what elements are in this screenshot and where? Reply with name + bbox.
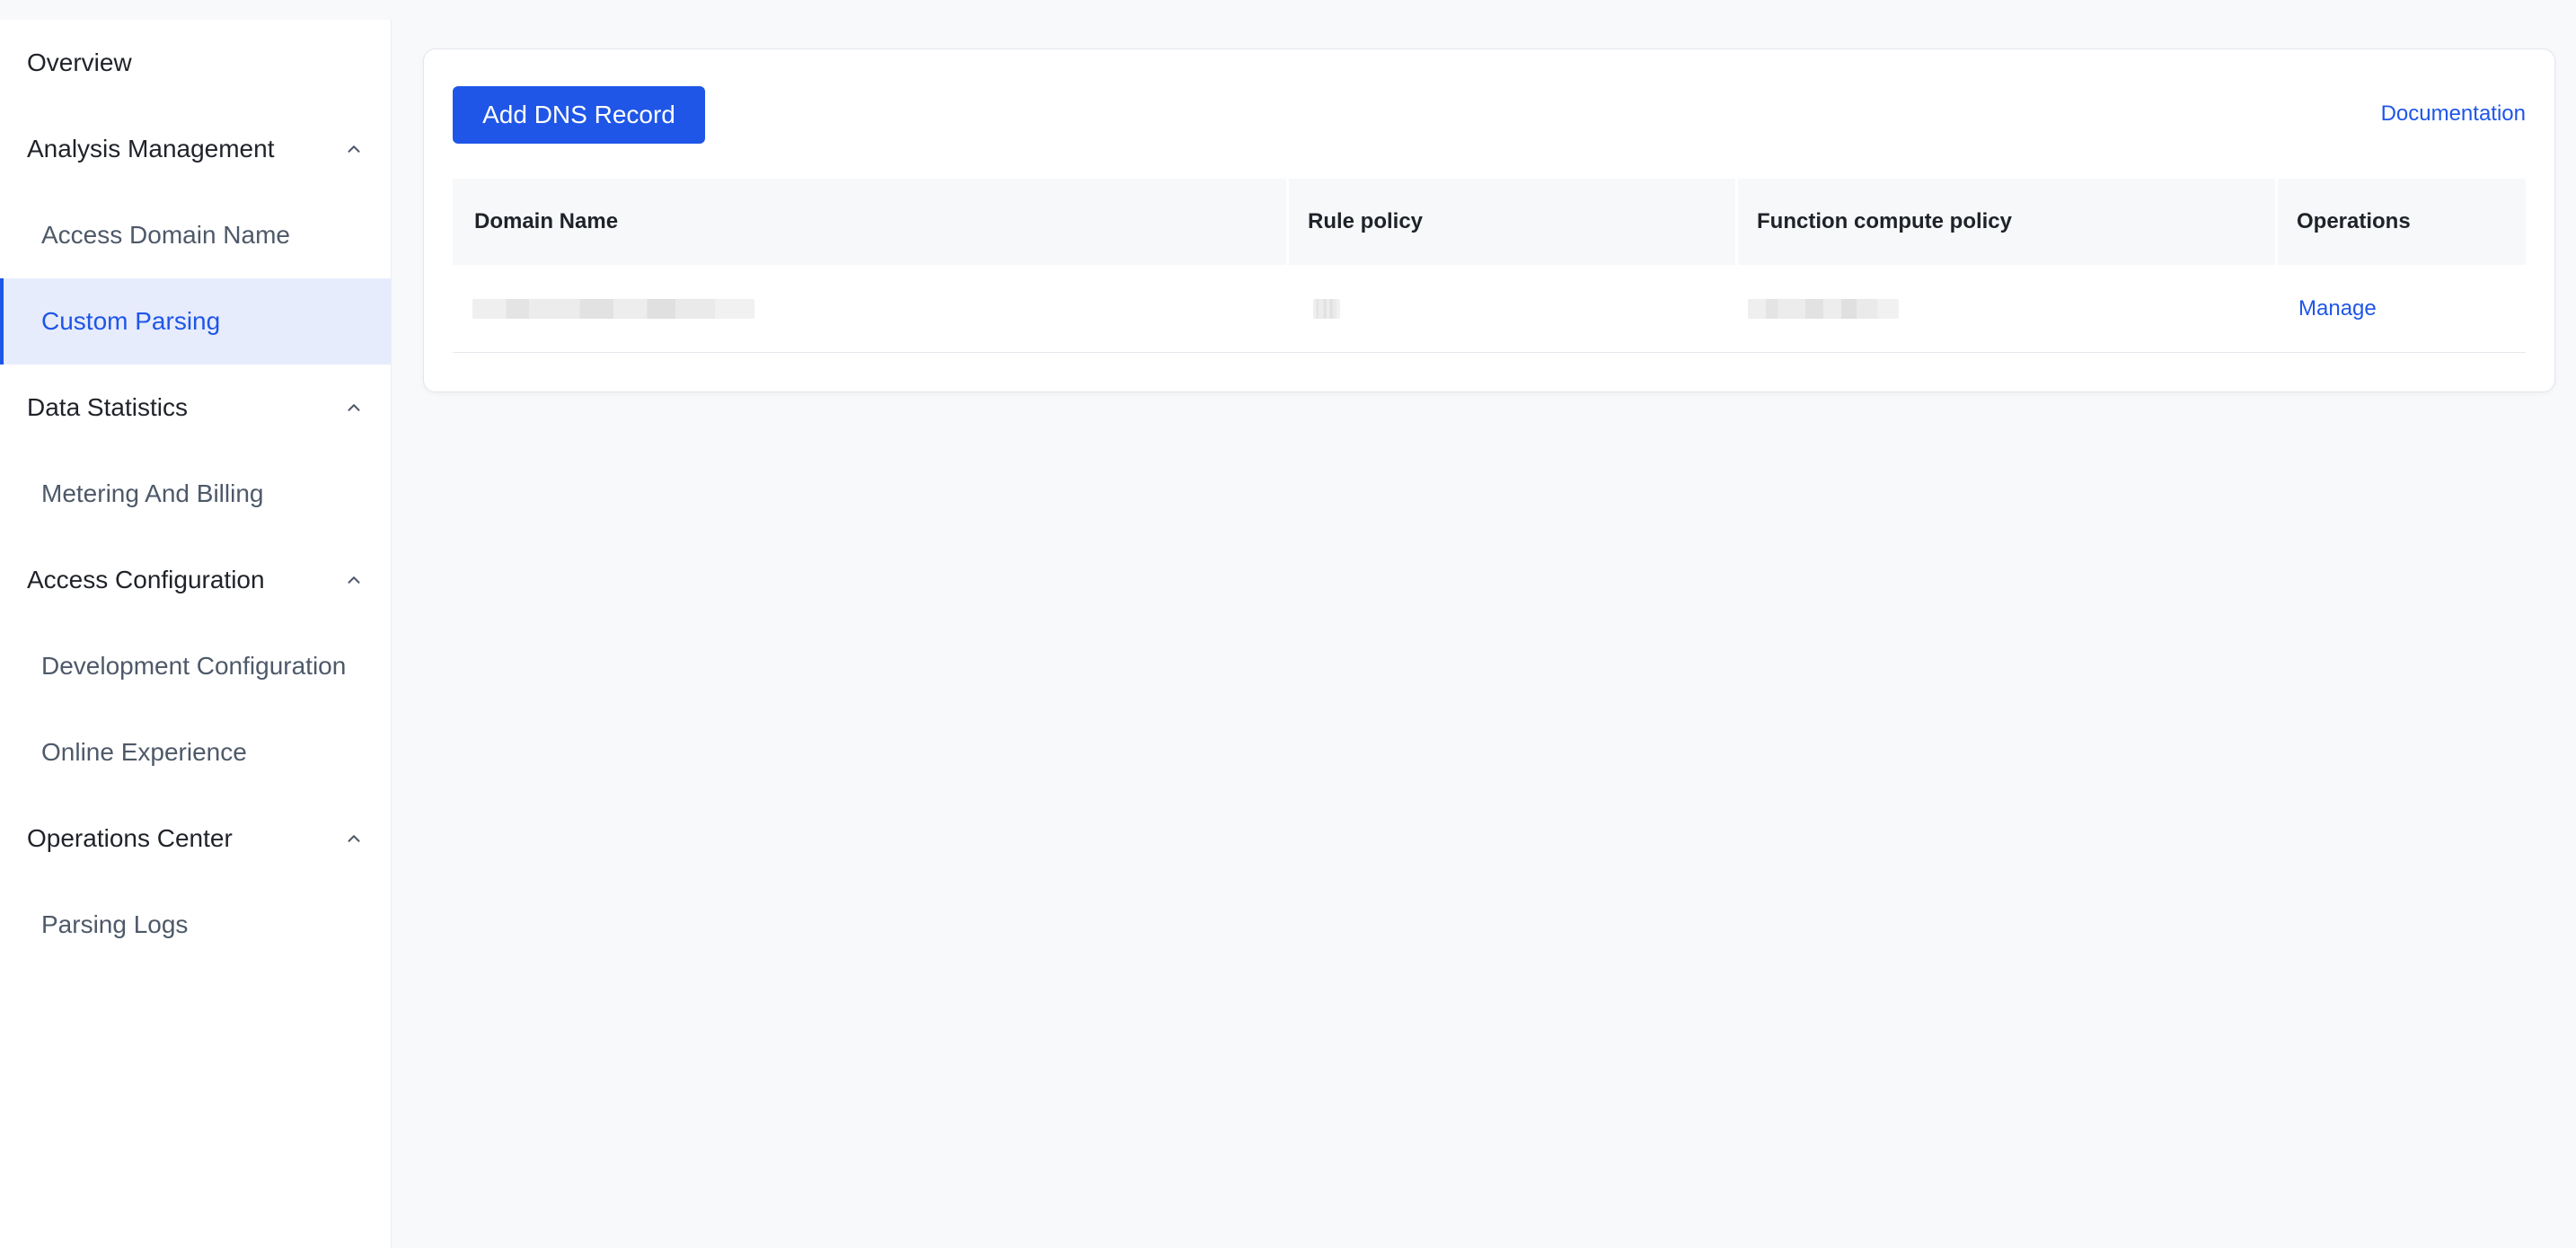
sidebar-item-label: Custom Parsing	[41, 307, 221, 335]
cell-function-compute-policy	[1735, 265, 2275, 352]
sidebar-item-development-configuration[interactable]: Development Configuration	[0, 623, 391, 709]
redacted-function-compute-policy	[1748, 298, 1899, 319]
column-header-domain-name: Domain Name	[474, 209, 619, 233]
sidebar-item-label: Metering And Billing	[41, 479, 264, 507]
cell-operations: Manage	[2275, 265, 2526, 352]
sidebar-item-metering-and-billing[interactable]: Metering And Billing	[0, 451, 391, 537]
sidebar-group-label: Analysis Management	[27, 135, 275, 163]
chevron-up-icon	[344, 139, 364, 159]
sidebar-group-operations-center[interactable]: Operations Center	[0, 795, 391, 882]
table-row: Manage	[453, 265, 2526, 353]
column-header-rule-policy: Rule policy	[1286, 179, 1735, 265]
add-dns-record-button[interactable]: Add DNS Record	[453, 86, 705, 144]
sidebar-item-overview[interactable]: Overview	[0, 20, 391, 106]
chevron-up-icon	[344, 829, 364, 848]
chevron-up-icon	[344, 398, 364, 417]
chevron-up-icon	[344, 570, 364, 590]
sidebar-group-label: Operations Center	[27, 824, 233, 852]
cell-domain-name	[453, 265, 1286, 352]
column-header-function-compute-policy: Function compute policy	[1735, 179, 2275, 265]
sidebar-item-parsing-logs[interactable]: Parsing Logs	[0, 882, 391, 968]
cell-rule-policy	[1286, 265, 1735, 352]
dns-records-card: Add DNS Record Documentation Domain Name…	[423, 48, 2555, 392]
manage-link[interactable]: Manage	[2298, 296, 2377, 321]
redacted-rule-policy	[1313, 298, 1340, 319]
documentation-link[interactable]: Documentation	[2381, 101, 2526, 127]
sidebar-item-label: Development Configuration	[41, 652, 347, 680]
sidebar-item-custom-parsing[interactable]: Custom Parsing	[0, 278, 391, 365]
dns-records-table: Domain Name Rule policy Function compute…	[453, 179, 2526, 353]
column-header-operations: Operations	[2275, 179, 2526, 265]
sidebar-group-label: Data Statistics	[27, 393, 188, 421]
sidebar-group-analysis-management[interactable]: Analysis Management	[0, 106, 391, 192]
app-root: Overview Analysis Management Access Doma…	[0, 0, 2576, 1248]
sidebar-item-label: Online Experience	[41, 738, 247, 766]
redacted-domain-name	[472, 298, 754, 319]
sidebar-group-label: Access Configuration	[27, 566, 265, 593]
sidebar-item-access-domain-name[interactable]: Access Domain Name	[0, 192, 391, 278]
sidebar-item-label: Parsing Logs	[41, 910, 189, 938]
sidebar: Overview Analysis Management Access Doma…	[0, 0, 392, 1248]
sidebar-group-data-statistics[interactable]: Data Statistics	[0, 365, 391, 451]
sidebar-top-strip	[0, 0, 392, 20]
sidebar-item-online-experience[interactable]: Online Experience	[0, 709, 391, 795]
sidebar-item-label: Access Domain Name	[41, 221, 290, 249]
table-header: Domain Name Rule policy Function compute…	[453, 179, 2526, 265]
sidebar-group-access-configuration[interactable]: Access Configuration	[0, 537, 391, 623]
sidebar-item-label: Overview	[27, 48, 132, 76]
